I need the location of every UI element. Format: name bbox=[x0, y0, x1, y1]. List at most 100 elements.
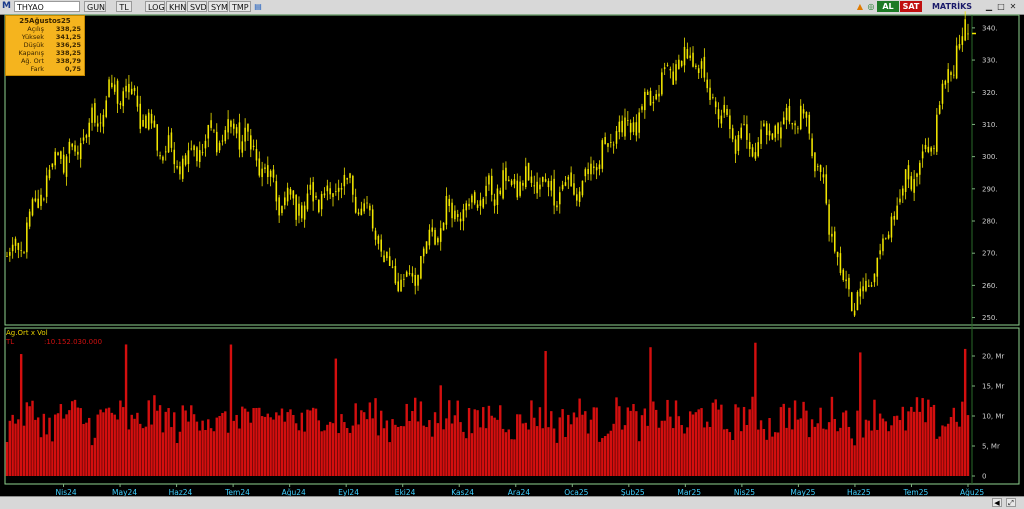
candle-body bbox=[315, 195, 317, 198]
volume-bar bbox=[850, 438, 853, 476]
candle-body bbox=[828, 204, 830, 235]
candle-body bbox=[85, 135, 88, 138]
scroll-left-icon[interactable]: ◀ bbox=[992, 498, 1002, 507]
volume-bar bbox=[878, 413, 882, 476]
candle-body bbox=[366, 202, 368, 204]
chart-window: M THYAO GUN TL LOG KHN SVD SYM TMP ▤ ▲ ◎… bbox=[0, 0, 1024, 509]
candle-body bbox=[275, 181, 278, 202]
volume-bar bbox=[552, 428, 556, 476]
candle-body bbox=[224, 130, 227, 142]
volume-bar bbox=[476, 410, 479, 476]
candle-body bbox=[938, 105, 941, 114]
candle-body bbox=[927, 146, 930, 153]
volume-bar bbox=[306, 409, 309, 476]
candle-body bbox=[811, 138, 813, 157]
candle-body bbox=[581, 180, 584, 196]
volume-bar bbox=[737, 407, 740, 476]
info-label: Kapanış bbox=[18, 49, 44, 57]
price-tick-label: 300. bbox=[982, 153, 998, 161]
volume-bar bbox=[759, 420, 763, 476]
candle-body bbox=[150, 113, 153, 124]
volume-bar bbox=[717, 409, 720, 476]
volume-bar bbox=[351, 425, 355, 476]
chart-canvas[interactable]: 250. 260. 270. 280. 290. 300. 310. 320. 330. 340.… bbox=[0, 0, 1024, 508]
info-label: Düşük bbox=[23, 41, 44, 49]
volume-bar bbox=[544, 351, 547, 476]
volume-bar bbox=[558, 417, 561, 476]
info-label: Yüksek bbox=[21, 33, 44, 41]
candle-body bbox=[213, 130, 215, 132]
volume-bar bbox=[266, 413, 270, 476]
candle-body bbox=[139, 103, 142, 129]
scroll-bar[interactable]: ◀ ⤢ bbox=[0, 496, 1024, 509]
volume-bar bbox=[133, 418, 136, 476]
volume-bar bbox=[711, 402, 715, 476]
volume-bar bbox=[700, 408, 703, 476]
volume-bar bbox=[56, 413, 60, 476]
candle-body bbox=[955, 45, 958, 79]
candle-body bbox=[910, 176, 913, 190]
candle-body bbox=[885, 237, 887, 239]
volume-bar bbox=[941, 425, 944, 476]
candle-body bbox=[553, 178, 555, 206]
volume-bar bbox=[221, 413, 224, 476]
volume-bar bbox=[805, 410, 808, 476]
candle-body bbox=[343, 174, 346, 187]
volume-bar bbox=[606, 433, 610, 476]
volume-bar bbox=[260, 416, 264, 476]
volume-bar bbox=[774, 432, 777, 476]
volume-bar bbox=[572, 412, 576, 476]
candle-body bbox=[116, 80, 119, 104]
volume-bar bbox=[660, 420, 664, 476]
volume-bar bbox=[252, 408, 255, 476]
volume-bar bbox=[433, 412, 437, 476]
candle-body bbox=[68, 141, 71, 154]
volume-bar bbox=[224, 411, 227, 476]
candle-body bbox=[235, 127, 238, 134]
candle-body bbox=[816, 166, 819, 167]
volume-bar bbox=[190, 405, 193, 476]
candle-body bbox=[306, 193, 309, 210]
candle-body bbox=[238, 122, 241, 150]
volume-bar bbox=[666, 399, 669, 476]
candle-body bbox=[933, 148, 935, 149]
volume-bar bbox=[102, 412, 105, 476]
volume-bar bbox=[331, 423, 335, 476]
candle-body bbox=[488, 175, 490, 185]
candle-body bbox=[576, 194, 578, 201]
candle-body bbox=[210, 120, 212, 128]
volume-bar bbox=[524, 422, 527, 476]
candle-body bbox=[28, 211, 31, 227]
volume-bar bbox=[382, 428, 386, 476]
candle-body bbox=[782, 117, 785, 125]
candle-body bbox=[284, 197, 286, 206]
volume-tick-label: 20, Mr bbox=[982, 353, 1004, 361]
volume-bar bbox=[343, 422, 346, 476]
volume-bar bbox=[357, 424, 360, 476]
volume-bar bbox=[586, 433, 590, 476]
volume-bar bbox=[958, 426, 961, 476]
volume-bar bbox=[241, 406, 244, 476]
volume-bar bbox=[867, 420, 870, 476]
candle-body bbox=[658, 93, 660, 97]
candle-body bbox=[896, 205, 898, 220]
volume-bar bbox=[859, 352, 862, 476]
volume-bar bbox=[595, 407, 598, 476]
volume-bar bbox=[170, 427, 173, 476]
candle-body bbox=[522, 182, 524, 186]
volume-bar bbox=[788, 407, 791, 476]
volume-bar bbox=[649, 347, 652, 476]
candle-body bbox=[695, 65, 697, 68]
volume-unit-label: TL bbox=[6, 338, 15, 346]
candle-body bbox=[473, 192, 476, 204]
candle-body bbox=[264, 167, 266, 169]
candle-body bbox=[156, 124, 159, 151]
info-row-diff: Fark 0,75 bbox=[6, 65, 84, 73]
volume-bar bbox=[620, 429, 624, 476]
zoom-icon[interactable]: ⤢ bbox=[1006, 498, 1016, 507]
candle-body bbox=[456, 214, 459, 218]
volume-bar bbox=[725, 428, 729, 476]
volume-bar bbox=[484, 428, 488, 476]
volume-bar bbox=[603, 436, 607, 476]
volume-bar bbox=[425, 426, 428, 476]
